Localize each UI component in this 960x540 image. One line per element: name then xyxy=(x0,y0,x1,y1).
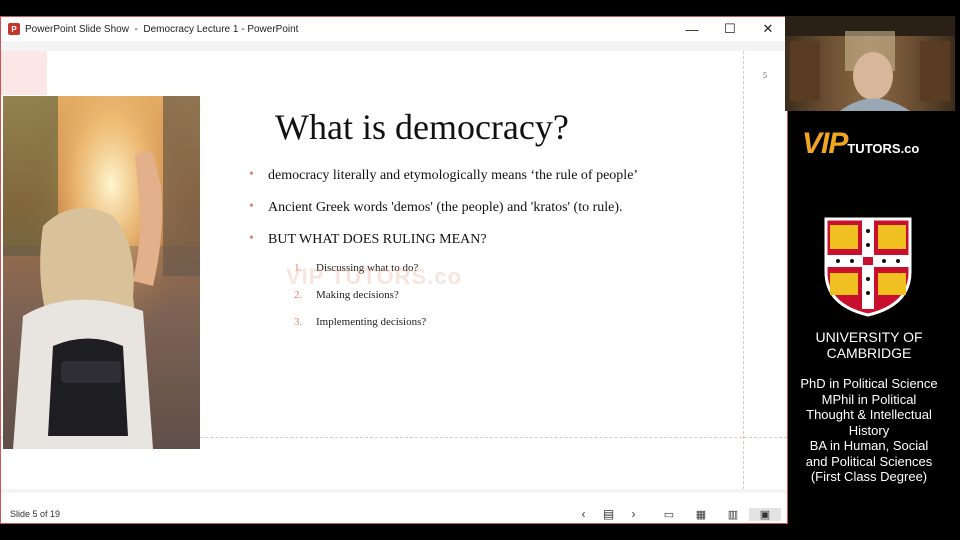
powerpoint-window: P PowerPoint Slide Show - Democracy Lect… xyxy=(0,16,788,524)
degree-line: History xyxy=(848,422,890,438)
slide-title: What is democracy? xyxy=(275,107,569,147)
slide-show-area[interactable]: 5 What is democracy? • democracy literal… xyxy=(1,41,787,493)
window-controls: — ☐ ✕ xyxy=(673,17,787,41)
webcam-feed xyxy=(785,16,955,111)
slide-menu-icon[interactable]: ▤ xyxy=(596,507,621,521)
slide-sorter-icon[interactable]: ▦ xyxy=(685,508,717,521)
normal-view-icon[interactable]: ▭ xyxy=(653,508,685,521)
logo-tutors-text: TUTORS.co xyxy=(847,141,920,156)
item-text: Implementing decisions? xyxy=(316,316,427,328)
slide-navigation: ‹ ▤ › xyxy=(571,505,646,523)
bullet-item: Ancient Greek words 'demos' (the people)… xyxy=(249,199,638,232)
slideshow-status-bar: Slide 5 of 19 ‹ ▤ › ▭ ▦ ▥ ▣ xyxy=(1,505,787,523)
slide-counter: Slide 5 of 19 xyxy=(10,509,61,519)
degree-line: BA in Human, Social xyxy=(809,438,929,453)
vip-tutors-logo: VIPTUTORS.co xyxy=(802,127,960,167)
next-slide-button[interactable]: › xyxy=(621,507,646,521)
slide[interactable]: 5 What is democracy? • democracy literal… xyxy=(1,51,787,489)
slide-number: 5 xyxy=(763,71,767,80)
degree-line: and Political Sciences xyxy=(805,453,933,469)
numbered-item: 3. Implementing decisions? xyxy=(294,316,426,343)
degree-line: MPhil in Political xyxy=(821,391,917,407)
degree-list: PhD in Political Science MPhil in Politi… xyxy=(790,376,948,485)
logo-vip-text: VIP xyxy=(802,127,848,160)
bullet-item: democracy literally and etymologically m… xyxy=(249,167,638,200)
maximize-button[interactable]: ☐ xyxy=(711,17,749,41)
window-title: PowerPoint Slide Show - Democracy Lectur… xyxy=(25,23,299,35)
degree-line: Thought & Intellectual xyxy=(806,407,932,422)
degree-line: (First Class Degree) xyxy=(810,469,928,484)
university-line: UNIVERSITY OF xyxy=(815,329,923,345)
numbered-item: 2. Making decisions? xyxy=(294,289,426,316)
bullet-item: BUT WHAT DOES RULING MEAN? xyxy=(249,231,638,264)
previous-slide-button[interactable]: ‹ xyxy=(571,507,596,521)
slideshow-view-icon[interactable]: ▣ xyxy=(749,507,781,521)
guide-line-vertical xyxy=(743,51,744,489)
reading-view-icon[interactable]: ▥ xyxy=(717,508,749,521)
cambridge-crest-icon xyxy=(824,217,912,317)
protest-photo xyxy=(3,96,200,449)
webcam-illustration xyxy=(785,16,955,111)
vip-tutors-watermark: VIP TUTORS.co xyxy=(286,264,463,289)
decorative-corner xyxy=(1,51,47,95)
item-number: 2. xyxy=(294,289,303,301)
close-button[interactable]: ✕ xyxy=(749,17,787,41)
university-line: CAMBRIDGE xyxy=(826,345,912,361)
degree-line: PhD in Political Science xyxy=(800,376,938,391)
bullet-list: democracy literally and etymologically m… xyxy=(249,167,638,264)
tutor-info-panel: VIPTUTORS.co UNIVERSITY OF CAMBRIDGE PhD… xyxy=(790,111,960,540)
title-bar[interactable]: P PowerPoint Slide Show - Democracy Lect… xyxy=(1,17,787,41)
view-switcher: ▭ ▦ ▥ ▣ xyxy=(653,505,781,523)
slide-content: What is democracy? democracy literally a… xyxy=(201,96,741,426)
powerpoint-app-icon: P xyxy=(8,23,20,35)
university-name: UNIVERSITY OF CAMBRIDGE xyxy=(790,329,948,361)
item-number: 3. xyxy=(294,316,303,328)
protest-photo-illustration xyxy=(3,96,200,449)
minimize-button[interactable]: — xyxy=(673,17,711,41)
item-text: Making decisions? xyxy=(316,289,399,301)
